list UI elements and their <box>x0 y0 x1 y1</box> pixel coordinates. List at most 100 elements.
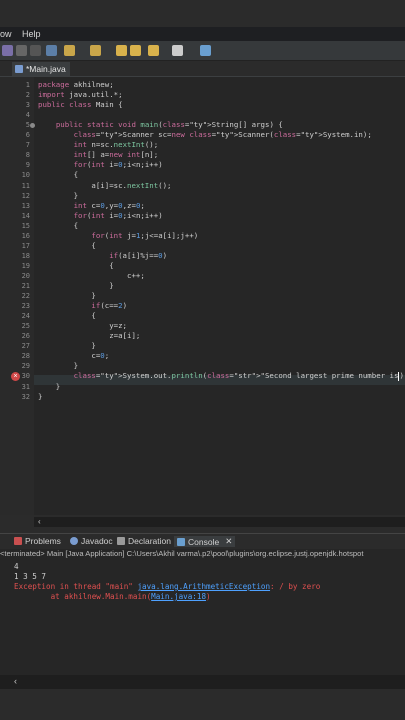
line-number: 13 <box>21 201 30 210</box>
line-number: 24 <box>21 312 30 321</box>
bottom-panel-tabs: Problems Javadoc Declaration Console ✕ <box>0 533 405 549</box>
link-icon[interactable] <box>46 45 57 56</box>
code-line: } <box>38 190 79 200</box>
menu-bar: ow Help <box>0 27 405 41</box>
line-number: 3 <box>25 101 30 110</box>
scroll-left-icon[interactable]: ‹ <box>14 676 17 686</box>
javadoc-icon <box>70 537 78 545</box>
toolbar <box>0 41 405 61</box>
line-number: 31 <box>21 382 30 391</box>
next-annotation-icon[interactable] <box>90 45 101 56</box>
console-line: 4 <box>14 562 19 571</box>
code-line: } <box>38 281 114 290</box>
code-editor[interactable]: 1 2 3 4 5 6 7 8 9 10 11 12 13 14 15 16 17 18 19 20 21 22 23 24 2… <box>0 77 405 515</box>
line-number: 19 <box>21 261 30 270</box>
line-number: 9 <box>25 161 30 170</box>
forward-icon[interactable] <box>130 45 141 56</box>
exception-prefix: Exception in thread "main" <box>14 582 133 591</box>
error-marker-icon[interactable]: × <box>11 372 20 381</box>
menu-help[interactable]: Help <box>22 29 41 39</box>
line-number: 2 <box>25 91 30 100</box>
line-number: 18 <box>21 251 30 260</box>
save-icon[interactable] <box>16 45 27 56</box>
line-number: 21 <box>21 282 30 290</box>
code-line: int c=0,y=0,z=0; <box>73 200 145 210</box>
line-number: 12 <box>21 191 30 200</box>
code-line: } <box>38 341 96 351</box>
line-number: 22 <box>21 292 30 301</box>
line-number: 1 <box>25 81 30 89</box>
code-line: } <box>38 391 43 401</box>
code-line: class="ty">System.out.println(class="str… <box>73 371 404 381</box>
history-back-icon[interactable] <box>148 45 159 56</box>
code-line: public class Main { <box>38 100 123 110</box>
code-line: package akhilnew; <box>38 80 114 89</box>
stack-trace-line: at akhilnew.Main.main(Main.java:18) <box>14 592 211 601</box>
line-number: 29 <box>21 362 30 371</box>
exception-class-link[interactable]: java.lang.ArithmeticException <box>137 582 270 591</box>
line-number: 14 <box>21 211 30 220</box>
override-marker-icon <box>30 123 35 128</box>
scroll-left-icon[interactable]: ‹ <box>38 517 41 526</box>
text-cursor <box>398 371 400 381</box>
tab-console[interactable]: Console ✕ <box>174 536 236 547</box>
line-number: 8 <box>25 151 30 160</box>
horizontal-scrollbar[interactable]: ‹ <box>34 517 405 527</box>
code-line: } <box>38 361 79 371</box>
code-line: y=z; <box>38 321 127 331</box>
console-output[interactable]: 4 1 3 5 7 Exception in thread "main" jav… <box>0 560 405 675</box>
trace-suffix: ) <box>206 592 211 601</box>
console-horizontal-scrollbar[interactable]: ‹ <box>0 675 405 689</box>
tab-javadoc[interactable]: Javadoc <box>70 536 113 546</box>
back-icon[interactable] <box>116 45 127 56</box>
code-line: public static void main(class="ty">Strin… <box>55 120 283 130</box>
line-number: 25 <box>21 322 30 331</box>
trace-prefix: at akhilnew.Main.main( <box>14 592 152 601</box>
code-line: { <box>38 220 79 230</box>
line-number: 11 <box>21 181 30 190</box>
code-line: } <box>38 381 61 391</box>
console-status: <terminated> Main [Java Application] C:\… <box>0 549 405 560</box>
code-line: z=a[i]; <box>38 331 141 341</box>
print-icon[interactable] <box>30 45 41 56</box>
code-line: for(int i=0;i<n;i++) <box>73 160 163 170</box>
code-line: if(a[i]%j==0) <box>109 250 168 260</box>
tab-main-java[interactable]: *Main.java <box>12 62 70 76</box>
line-number: 23 <box>21 302 30 311</box>
code-line: { <box>38 170 79 180</box>
editor-tabs: *Main.java <box>0 61 405 77</box>
line-number: 20 <box>21 271 30 280</box>
line-number: 10 <box>21 171 30 180</box>
tab-problems[interactable]: Problems <box>14 536 61 546</box>
trace-link[interactable]: Main.java:18 <box>151 592 206 601</box>
code-line: int n=sc.nextInt(); <box>73 140 159 150</box>
exception-message: : / by zero <box>270 582 321 591</box>
tab-javadoc-label: Javadoc <box>81 536 113 546</box>
debug-icon[interactable] <box>2 45 13 56</box>
code-line: if(c==2) <box>91 301 128 311</box>
tab-label: *Main.java <box>26 64 66 74</box>
line-number: 7 <box>25 141 30 150</box>
annotation-icon[interactable] <box>64 45 75 56</box>
console-icon <box>177 537 185 546</box>
code-line: { <box>38 260 114 270</box>
tab-console-label: Console <box>188 536 220 547</box>
line-number: 28 <box>21 352 30 361</box>
exception-line: Exception in thread "main" java.lang.Ari… <box>14 582 320 591</box>
line-number: 32 <box>21 392 30 401</box>
line-number: 6 <box>25 131 30 140</box>
history-forward-icon[interactable] <box>172 45 183 56</box>
menu-window[interactable]: ow <box>0 29 12 39</box>
tab-declaration[interactable]: Declaration <box>117 536 171 546</box>
code-line: for(int j=1;j<=a[i];j++) <box>91 230 199 240</box>
declaration-icon <box>117 537 125 545</box>
line-number: 5 <box>25 121 30 130</box>
code-line: } <box>38 291 96 301</box>
code-line: c++; <box>38 270 145 280</box>
console-line: 1 3 5 7 <box>14 572 47 581</box>
code-line: import java.util.*; <box>38 90 123 100</box>
perspective-icon[interactable] <box>200 45 211 56</box>
tab-declaration-label: Declaration <box>128 536 171 546</box>
close-icon[interactable]: ✕ <box>225 536 232 547</box>
code-line: { <box>38 311 96 321</box>
